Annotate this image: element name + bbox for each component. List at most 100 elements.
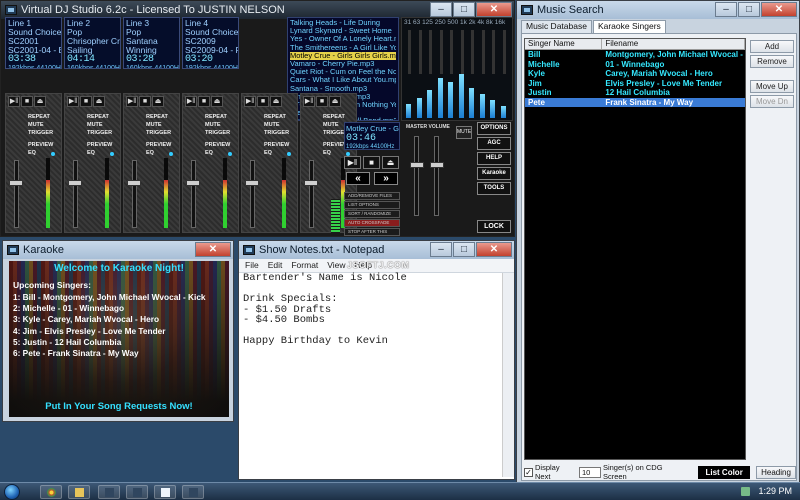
stop-icon[interactable]: ■ xyxy=(198,96,210,107)
notepad-text-area[interactable]: Bartender's Name is Nicole Drink Specials… xyxy=(239,273,502,477)
volume-knob[interactable] xyxy=(304,180,318,186)
deck-display-3[interactable]: Line 3 Pop Santana Winning 03:28 160kbps 4410… xyxy=(123,17,180,69)
strip-preview-label[interactable]: PREVIEW xyxy=(146,142,171,148)
stop-icon[interactable]: ■ xyxy=(316,96,328,107)
menu-view[interactable]: View xyxy=(327,260,345,271)
eject-icon[interactable]: ⏏ xyxy=(211,96,223,107)
strip-repeat-label[interactable]: REPEAT xyxy=(205,114,227,120)
volume-fader[interactable] xyxy=(250,160,255,228)
playlist-item[interactable]: Cars - What I Like About You.mp3 xyxy=(290,76,396,84)
volume-knob[interactable] xyxy=(186,180,200,186)
strip-repeat-label[interactable]: REPEAT xyxy=(323,114,345,120)
volume-fader[interactable] xyxy=(14,160,19,228)
column-filename[interactable]: Filename xyxy=(602,39,745,49)
playlist-item[interactable]: Yes - Owner Of A Lonely Heart.mp3 xyxy=(290,35,396,43)
stop-icon[interactable]: ■ xyxy=(21,96,33,107)
menu-edit[interactable]: Edit xyxy=(268,260,283,271)
master-volume-knob-left[interactable] xyxy=(410,162,424,168)
maximize-icon[interactable]: □ xyxy=(453,2,475,17)
option-button[interactable]: LIST OPTIONS xyxy=(344,201,400,209)
notepad-titlebar[interactable]: Show Notes.txt - Notepad JSOFTJ.COM – □ … xyxy=(239,241,514,270)
master-mute-button[interactable]: MUTE xyxy=(456,126,472,139)
tab-karaoke-singers[interactable]: Karaoke Singers xyxy=(592,20,666,33)
music-search-titlebar[interactable]: Music Search – □ ✕ xyxy=(517,1,799,19)
volume-knob[interactable] xyxy=(245,180,259,186)
minimize-icon[interactable]: – xyxy=(715,2,737,17)
strip-eq-label[interactable]: EQ xyxy=(87,150,95,156)
karaoke-titlebar[interactable]: Karaoke ✕ xyxy=(3,241,233,259)
strip-mute-label[interactable]: MUTE xyxy=(146,122,162,128)
close-icon[interactable]: ✕ xyxy=(476,2,512,17)
eq-slider[interactable] xyxy=(502,30,506,74)
option-button[interactable]: STOP AFTER THIS xyxy=(344,228,400,236)
start-button[interactable] xyxy=(4,484,20,500)
table-row[interactable]: Kyle Carey, Mariah Wvocal - Hero xyxy=(525,69,745,79)
strip-eq-label[interactable]: EQ xyxy=(205,150,213,156)
play-pause-icon[interactable]: ▶‖ xyxy=(126,96,138,107)
side-button-karaoke[interactable]: Karaoke xyxy=(477,167,511,180)
strip-trigger-label[interactable]: TRIGGER xyxy=(146,130,171,136)
maximize-icon[interactable]: □ xyxy=(738,2,760,17)
strip-repeat-label[interactable]: REPEAT xyxy=(264,114,286,120)
equalizer[interactable]: 31 63 125 250 500 1k 2k 4k 8k 16k xyxy=(401,17,513,121)
volume-fader[interactable] xyxy=(309,160,314,228)
dj-studio-taskbar-icon[interactable] xyxy=(98,485,120,499)
strip-trigger-label[interactable]: TRIGGER xyxy=(264,130,289,136)
eject-icon[interactable]: ⏏ xyxy=(329,96,341,107)
strip-preview-label[interactable]: PREVIEW xyxy=(205,142,230,148)
display-next-select[interactable]: 10 xyxy=(579,466,601,478)
play-pause-icon[interactable]: ▶‖ xyxy=(344,156,361,169)
eq-slider[interactable] xyxy=(429,30,432,74)
playlist-item[interactable]: Santana - Smooth.mp3 xyxy=(290,85,396,93)
music-search-taskbar-icon[interactable] xyxy=(182,485,204,499)
table-row[interactable]: Bill Montgomery, John Michael Wvocal - Ki xyxy=(525,50,745,60)
play-pause-icon[interactable]: ▶‖ xyxy=(303,96,315,107)
eq-slider[interactable] xyxy=(460,30,464,74)
deck-display-1[interactable]: Line 1Sound Choice KarSC2001SC2001-04 - … xyxy=(5,17,62,69)
deck-display-2[interactable]: Line 2PopChrisopher CrossSailing04:14160… xyxy=(64,17,121,69)
list-color-button[interactable]: List Color xyxy=(698,465,751,479)
deck-display-4[interactable]: Line 4Sound Choice KarSC2009SC2009-04 - … xyxy=(182,17,239,69)
volume-knob[interactable] xyxy=(68,180,82,186)
option-button[interactable]: AUTO CROSSFADE xyxy=(344,219,400,227)
folder-taskbar-icon[interactable] xyxy=(68,485,90,499)
playlist-item[interactable]: Vamaro - Cherry Pie.mp3 xyxy=(290,60,396,68)
minimize-icon[interactable]: – xyxy=(430,242,452,257)
move-down-button[interactable]: Move Dn xyxy=(750,95,794,108)
side-button-tools[interactable]: TOOLS xyxy=(477,182,511,195)
strip-trigger-label[interactable]: TRIGGER xyxy=(87,130,112,136)
strip-repeat-label[interactable]: REPEAT xyxy=(87,114,109,120)
strip-mute-label[interactable]: MUTE xyxy=(87,122,103,128)
option-button[interactable]: SORT / RANDOMIZE xyxy=(344,210,400,218)
menu-format[interactable]: Format xyxy=(291,260,318,271)
side-button-agc[interactable]: AGC xyxy=(477,137,511,150)
volume-knob[interactable] xyxy=(9,180,23,186)
playlist-item[interactable]: The Smithereens - A Girl Like You.mp3 xyxy=(290,44,396,52)
stop-icon[interactable]: ■ xyxy=(80,96,92,107)
eject-icon[interactable]: ⏏ xyxy=(270,96,282,107)
strip-mute-label[interactable]: MUTE xyxy=(205,122,221,128)
eq-slider[interactable] xyxy=(439,30,443,74)
strip-preview-label[interactable]: PREVIEW xyxy=(264,142,289,148)
tab-music-database[interactable]: Music Database xyxy=(521,20,592,33)
strip-preview-label[interactable]: PREVIEW xyxy=(28,142,53,148)
karaoke-taskbar-icon[interactable] xyxy=(126,485,148,499)
strip-eq-label[interactable]: EQ xyxy=(323,150,331,156)
browser-taskbar-icon[interactable] xyxy=(40,485,62,499)
option-button[interactable]: ADD/REMOVE FILES xyxy=(344,192,400,200)
strip-repeat-label[interactable]: REPEAT xyxy=(28,114,50,120)
add-button[interactable]: Add xyxy=(750,40,794,53)
strip-mute-label[interactable]: MUTE xyxy=(264,122,280,128)
side-button-options[interactable]: OPTIONS xyxy=(477,122,511,135)
eject-icon[interactable]: ⏏ xyxy=(93,96,105,107)
next-track-button[interactable]: » xyxy=(374,172,398,185)
table-row[interactable]: Pete Frank Sinatra - My Way xyxy=(525,97,745,107)
previous-track-button[interactable]: « xyxy=(346,172,370,185)
eq-slider[interactable] xyxy=(408,30,411,74)
action-center-icon[interactable] xyxy=(741,486,751,496)
strip-trigger-label[interactable]: TRIGGER xyxy=(28,130,53,136)
strip-mute-label[interactable]: MUTE xyxy=(323,122,339,128)
playlist-item[interactable]: Talking Heads - Life During xyxy=(290,19,396,27)
column-singer-name[interactable]: Singer Name xyxy=(525,39,603,49)
playlist-item[interactable]: Lynard Skynard - Sweet Home xyxy=(290,27,396,35)
